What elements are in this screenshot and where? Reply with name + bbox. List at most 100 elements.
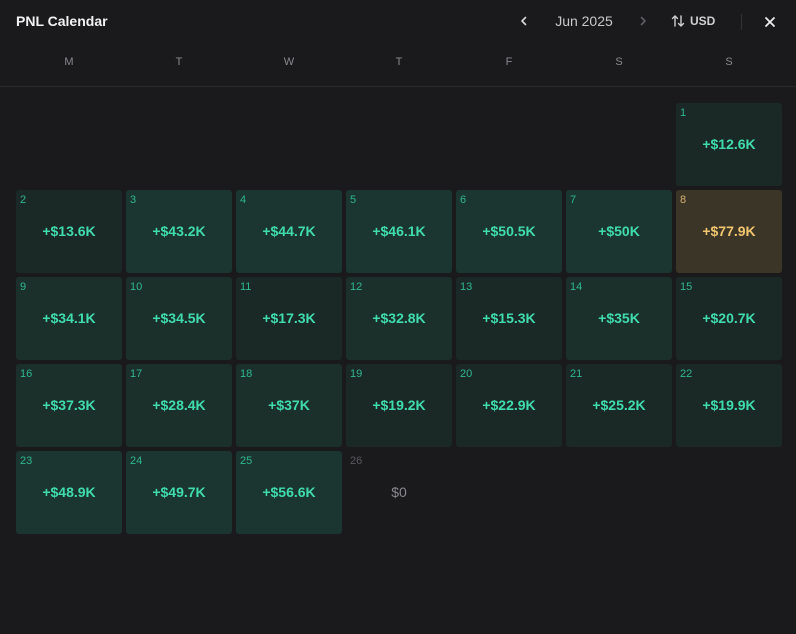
day-number: 20 <box>460 368 473 380</box>
current-month-label: Jun 2025 <box>555 13 613 29</box>
day-pnl-value: +$43.2K <box>152 223 206 239</box>
day-number: 2 <box>20 194 27 206</box>
day-cell[interactable]: 7 +$50K <box>566 190 672 273</box>
day-number: 11 <box>240 281 252 293</box>
day-cell[interactable]: 11 +$17.3K <box>236 277 342 360</box>
empty-day-cell <box>126 103 232 186</box>
day-pnl-value: +$17.3K <box>262 310 316 326</box>
sort-arrows-icon <box>671 15 685 27</box>
weekday-label: M <box>64 56 74 68</box>
panel-title: PNL Calendar <box>16 13 108 29</box>
day-pnl-value: +$32.8K <box>372 310 426 326</box>
close-icon <box>765 17 775 27</box>
day-cell[interactable]: 6 +$50.5K <box>456 190 562 273</box>
day-pnl-value: +$50.5K <box>482 223 536 239</box>
day-cell[interactable]: 12 +$32.8K <box>346 277 452 360</box>
day-number: 23 <box>20 455 33 467</box>
currency-toggle-button[interactable]: USD <box>670 11 715 31</box>
day-number: 5 <box>350 194 357 206</box>
day-pnl-value: +$48.9K <box>42 484 96 500</box>
day-cell[interactable]: 4 +$44.7K <box>236 190 342 273</box>
day-cell[interactable]: 5 +$46.1K <box>346 190 452 273</box>
day-cell[interactable]: 19 +$19.2K <box>346 364 452 447</box>
day-pnl-value: +$20.7K <box>702 310 756 326</box>
day-cell[interactable]: 1 +$12.6K <box>676 103 782 186</box>
day-pnl-value: +$56.6K <box>262 484 316 500</box>
day-cell[interactable]: 23 +$48.9K <box>16 451 122 534</box>
day-number: 1 <box>680 107 687 119</box>
day-cell[interactable]: 3 +$43.2K <box>126 190 232 273</box>
day-number: 18 <box>240 368 253 380</box>
day-pnl-value: +$37.3K <box>42 397 96 413</box>
day-cell[interactable]: 18 +$37K <box>236 364 342 447</box>
day-cell[interactable]: 16 +$37.3K <box>16 364 122 447</box>
day-number: 3 <box>130 194 137 206</box>
day-number: 21 <box>570 368 583 380</box>
day-pnl-value: +$44.7K <box>262 223 316 239</box>
empty-day-cell <box>346 103 452 186</box>
empty-day-cell <box>236 103 342 186</box>
day-pnl-value: +$46.1K <box>372 223 426 239</box>
day-pnl-value: +$28.4K <box>152 397 206 413</box>
day-pnl-value: +$19.2K <box>372 397 426 413</box>
weekday-label: T <box>175 56 183 68</box>
day-cell[interactable]: 22 +$19.9K <box>676 364 782 447</box>
day-number: 6 <box>460 194 467 206</box>
day-number: 4 <box>240 194 247 206</box>
chevron-left-icon <box>521 16 527 26</box>
day-pnl-value: +$77.9K <box>702 223 756 239</box>
day-number: 22 <box>680 368 693 380</box>
day-cell[interactable]: 13 +$15.3K <box>456 277 562 360</box>
next-month-button[interactable] <box>632 10 654 32</box>
chevron-right-icon <box>640 16 646 26</box>
calendar-header: PNL Calendar Jun 2025 USD <box>0 0 796 44</box>
day-pnl-value: $0 <box>391 484 407 500</box>
day-cell[interactable]: 8 +$77.9K <box>676 190 782 273</box>
day-pnl-value: +$15.3K <box>482 310 536 326</box>
day-cell[interactable]: 15 +$20.7K <box>676 277 782 360</box>
header-separator <box>0 86 796 87</box>
day-number: 12 <box>350 281 363 293</box>
weekday-label: S <box>615 56 623 68</box>
day-pnl-value: +$34.5K <box>152 310 206 326</box>
weekday-label: S <box>725 56 733 68</box>
day-pnl-value: +$34.1K <box>42 310 96 326</box>
empty-day-cell <box>456 103 562 186</box>
day-cell[interactable]: 25 +$56.6K <box>236 451 342 534</box>
day-number: 14 <box>570 281 583 293</box>
day-cell[interactable]: 10 +$34.5K <box>126 277 232 360</box>
day-cell[interactable]: 26 $0 <box>346 451 452 534</box>
day-cell[interactable]: 21 +$25.2K <box>566 364 672 447</box>
day-cell[interactable]: 17 +$28.4K <box>126 364 232 447</box>
day-number: 24 <box>130 455 143 467</box>
pnl-calendar-panel: PNL Calendar Jun 2025 USD M T W T F S S … <box>0 0 796 634</box>
day-cell[interactable]: 2 +$13.6K <box>16 190 122 273</box>
day-pnl-value: +$25.2K <box>592 397 646 413</box>
day-pnl-value: +$12.6K <box>702 136 756 152</box>
empty-day-cell <box>16 103 122 186</box>
close-button[interactable] <box>760 12 780 32</box>
weekday-header-row: M T W T F S S <box>14 52 784 72</box>
day-pnl-value: +$50K <box>598 223 640 239</box>
day-pnl-value: +$19.9K <box>702 397 756 413</box>
day-number: 16 <box>20 368 33 380</box>
day-number: 13 <box>460 281 473 293</box>
day-pnl-value: +$49.7K <box>152 484 206 500</box>
day-number: 19 <box>350 368 363 380</box>
day-pnl-value: +$35K <box>598 310 640 326</box>
weekday-label: W <box>283 56 295 68</box>
day-number: 26 <box>350 455 363 467</box>
day-number: 7 <box>570 194 577 206</box>
empty-day-cell <box>566 103 672 186</box>
header-divider <box>741 14 742 30</box>
day-number: 25 <box>240 455 253 467</box>
day-cell[interactable]: 24 +$49.7K <box>126 451 232 534</box>
day-cell[interactable]: 20 +$22.9K <box>456 364 562 447</box>
day-number: 15 <box>680 281 693 293</box>
day-number: 10 <box>130 281 143 293</box>
previous-month-button[interactable] <box>513 10 535 32</box>
day-cell[interactable]: 9 +$34.1K <box>16 277 122 360</box>
day-cell[interactable]: 14 +$35K <box>566 277 672 360</box>
day-pnl-value: +$22.9K <box>482 397 536 413</box>
day-number: 8 <box>680 194 687 206</box>
